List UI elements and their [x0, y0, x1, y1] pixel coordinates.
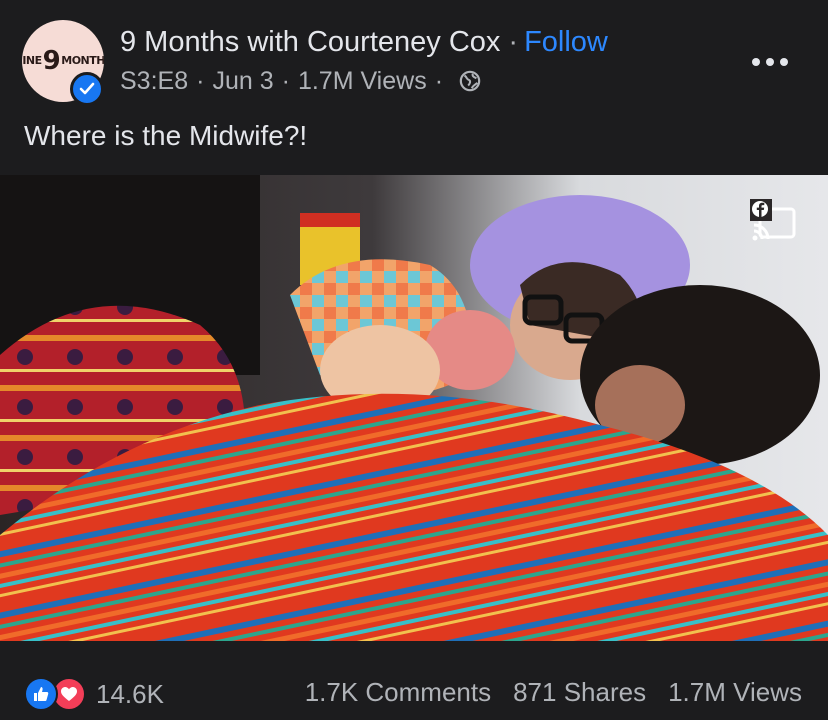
- post-header: NINE9MONTHS 9 Months with Courteney Cox·…: [0, 0, 828, 175]
- video-frame: [0, 175, 828, 641]
- follow-button[interactable]: Follow: [524, 26, 608, 58]
- avatar-logo: NINE9MONTHS: [22, 46, 104, 76]
- title-separator: ·: [508, 26, 519, 58]
- more-dot: [766, 58, 774, 66]
- page-name-link[interactable]: 9 Months with Courteney Cox: [120, 26, 500, 58]
- meta-separator: ·: [196, 67, 205, 95]
- comments-count-link[interactable]: 1.7K Comments: [305, 677, 491, 708]
- more-dot: [752, 58, 760, 66]
- more-dot: [780, 58, 788, 66]
- engagement-stats: 1.7K Comments 871 Shares 1.7M Views: [305, 677, 802, 708]
- like-icon: [24, 677, 58, 711]
- meta-separator: ·: [434, 67, 444, 95]
- globe-icon: [459, 70, 481, 92]
- title-row: 9 Months with Courteney Cox · Follow: [120, 24, 608, 60]
- shares-count-link[interactable]: 871 Shares: [513, 677, 646, 708]
- cast-to-device-icon[interactable]: [750, 199, 798, 245]
- reactions-summary[interactable]: 14.6K: [24, 677, 164, 711]
- episode-label: S3:E8: [120, 67, 189, 95]
- post-date[interactable]: Jun 3: [212, 64, 273, 98]
- reaction-count: 14.6K: [96, 678, 164, 709]
- post-caption: Where is the Midwife?!: [24, 120, 308, 151]
- video-player[interactable]: [0, 175, 828, 641]
- meta-views: 1.7M Views: [297, 67, 427, 95]
- views-count: 1.7M Views: [668, 677, 802, 707]
- verified-badge-icon: [70, 72, 104, 106]
- more-options-button[interactable]: [752, 52, 788, 72]
- post-footer: 14.6K 1.7K Comments 871 Shares 1.7M View…: [0, 641, 828, 720]
- meta-separator: ·: [281, 67, 290, 95]
- post-meta: S3:E8 · Jun 3 · 1.7M Views ·: [120, 64, 481, 98]
